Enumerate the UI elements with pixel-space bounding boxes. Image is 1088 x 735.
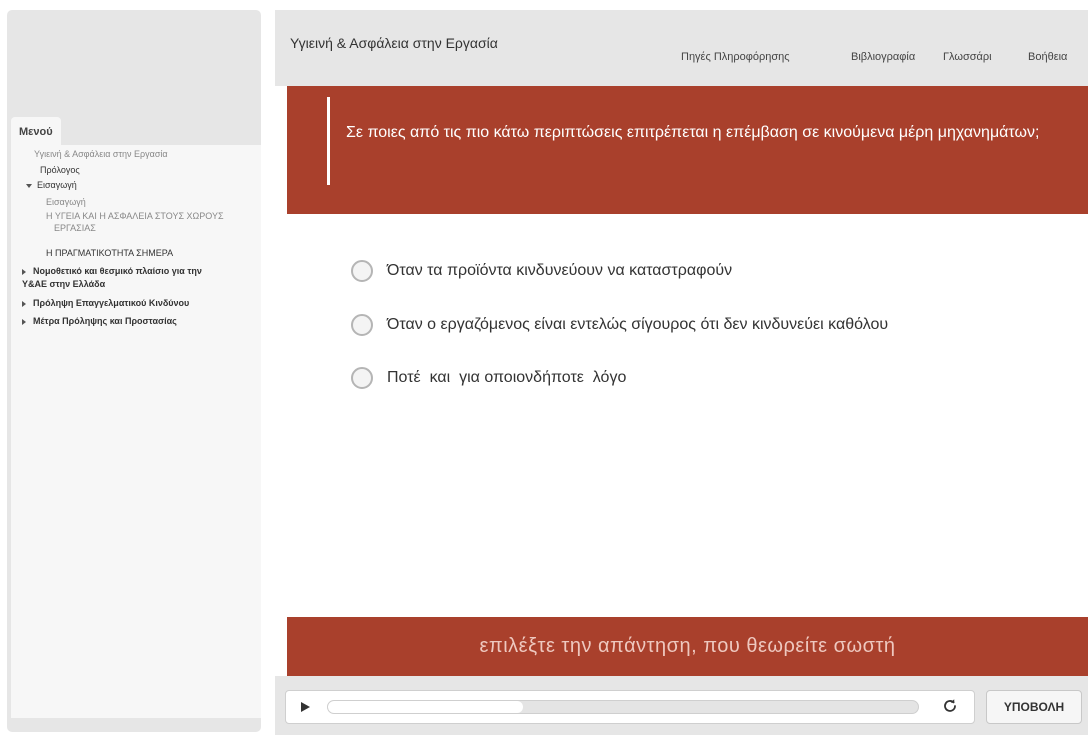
question-text: Σε ποιες από τις πιο κάτω περιπτώσεις επ… bbox=[346, 124, 1040, 141]
answer-option-3[interactable]: Ποτέ και για οποιονδήποτε λόγο bbox=[351, 363, 626, 393]
link-bibliography[interactable]: Βιβλιογραφία bbox=[851, 51, 915, 63]
answer-label: Ποτέ και για οποιονδήποτε λόγο bbox=[387, 369, 627, 386]
sidebar-item-label: Νομοθετικό και θεσμικό πλαίσιο για την bbox=[33, 266, 202, 276]
radio-button[interactable] bbox=[351, 367, 373, 389]
sidebar-item-introduction[interactable]: Εισαγωγή bbox=[26, 180, 77, 191]
play-icon[interactable] bbox=[301, 702, 310, 712]
sidebar-subitem-introduction[interactable]: Εισαγωγή bbox=[46, 197, 86, 208]
triangle-down-icon[interactable] bbox=[26, 183, 32, 188]
link-glossary[interactable]: Γλωσσάρι bbox=[943, 51, 992, 63]
sidebar-item-risk-prevention[interactable]: Πρόληψη Επαγγελματικού Κινδύνου bbox=[22, 298, 189, 309]
radio-button[interactable] bbox=[351, 260, 373, 282]
sidebar-item-label: Εισαγωγή bbox=[37, 180, 77, 190]
answer-label: Όταν τα προϊόντα κινδυνεύουν να καταστρα… bbox=[387, 262, 733, 279]
sidebar-item-prologue[interactable]: Πρόλογος bbox=[40, 165, 80, 176]
sidebar-subitem-reality-today[interactable]: Η ΠΡΑΓΜΑΤΙΚΟΤΗΤΑ ΣΗΜΕΡΑ bbox=[46, 248, 173, 259]
sidebar-item-label: Μέτρα Πρόληψης και Προστασίας bbox=[33, 316, 177, 326]
menu-tab[interactable]: Μενού bbox=[11, 117, 61, 145]
answer-option-2[interactable]: Όταν ο εργαζόμενος είναι εντελώς σίγουρο… bbox=[351, 310, 888, 340]
menu-panel bbox=[11, 145, 261, 718]
instruction-text: επιλέξτε την απάντηση, που θεωρείτε σωστ… bbox=[479, 635, 896, 657]
radio-button[interactable] bbox=[351, 314, 373, 336]
instruction-bar: επιλέξτε την απάντηση, που θεωρείτε σωστ… bbox=[287, 617, 1088, 676]
question-accent-bar bbox=[327, 97, 330, 185]
triangle-right-icon[interactable] bbox=[22, 300, 26, 307]
question-banner bbox=[287, 86, 1088, 214]
answer-option-1[interactable]: Όταν τα προϊόντα κινδυνεύουν να καταστρα… bbox=[351, 256, 732, 286]
triangle-right-icon[interactable] bbox=[22, 318, 26, 325]
submit-button[interactable]: ΥΠΟΒΟΛΗ bbox=[986, 690, 1082, 724]
course-title: Υγιεινή & Ασφάλεια στην Εργασία bbox=[290, 35, 498, 51]
link-information-sources[interactable]: Πηγές Πληροφόρησης bbox=[681, 51, 790, 63]
sidebar-subitem-health-safety-cont[interactable]: ΕΡΓΑΣΙΑΣ bbox=[54, 223, 96, 234]
link-help[interactable]: Βοήθεια bbox=[1028, 51, 1067, 63]
sidebar-item-label: Πρόληψη Επαγγελματικού Κινδύνου bbox=[33, 298, 190, 308]
sidebar-item-legal-framework-cont[interactable]: Υ&ΑΕ στην Ελλάδα bbox=[22, 279, 105, 290]
answer-label: Όταν ο εργαζόμενος είναι εντελώς σίγουρο… bbox=[387, 316, 889, 333]
sidebar-item-legal-framework[interactable]: Νομοθετικό και θεσμικό πλαίσιο για την bbox=[22, 266, 202, 277]
triangle-right-icon[interactable] bbox=[22, 268, 26, 275]
reload-icon[interactable] bbox=[941, 697, 959, 715]
progress-fill bbox=[328, 701, 523, 713]
sidebar-item-course[interactable]: Υγιεινή & Ασφάλεια στην Εργασία bbox=[34, 149, 168, 160]
sidebar-subitem-health-safety[interactable]: Η ΥΓΕΙΑ ΚΑΙ Η ΑΣΦΑΛΕΙΑ ΣΤΟΥΣ ΧΩΡΟΥΣ bbox=[46, 211, 224, 222]
sidebar-item-protection-measures[interactable]: Μέτρα Πρόληψης και Προστασίας bbox=[22, 316, 177, 327]
progress-track[interactable] bbox=[327, 700, 919, 714]
